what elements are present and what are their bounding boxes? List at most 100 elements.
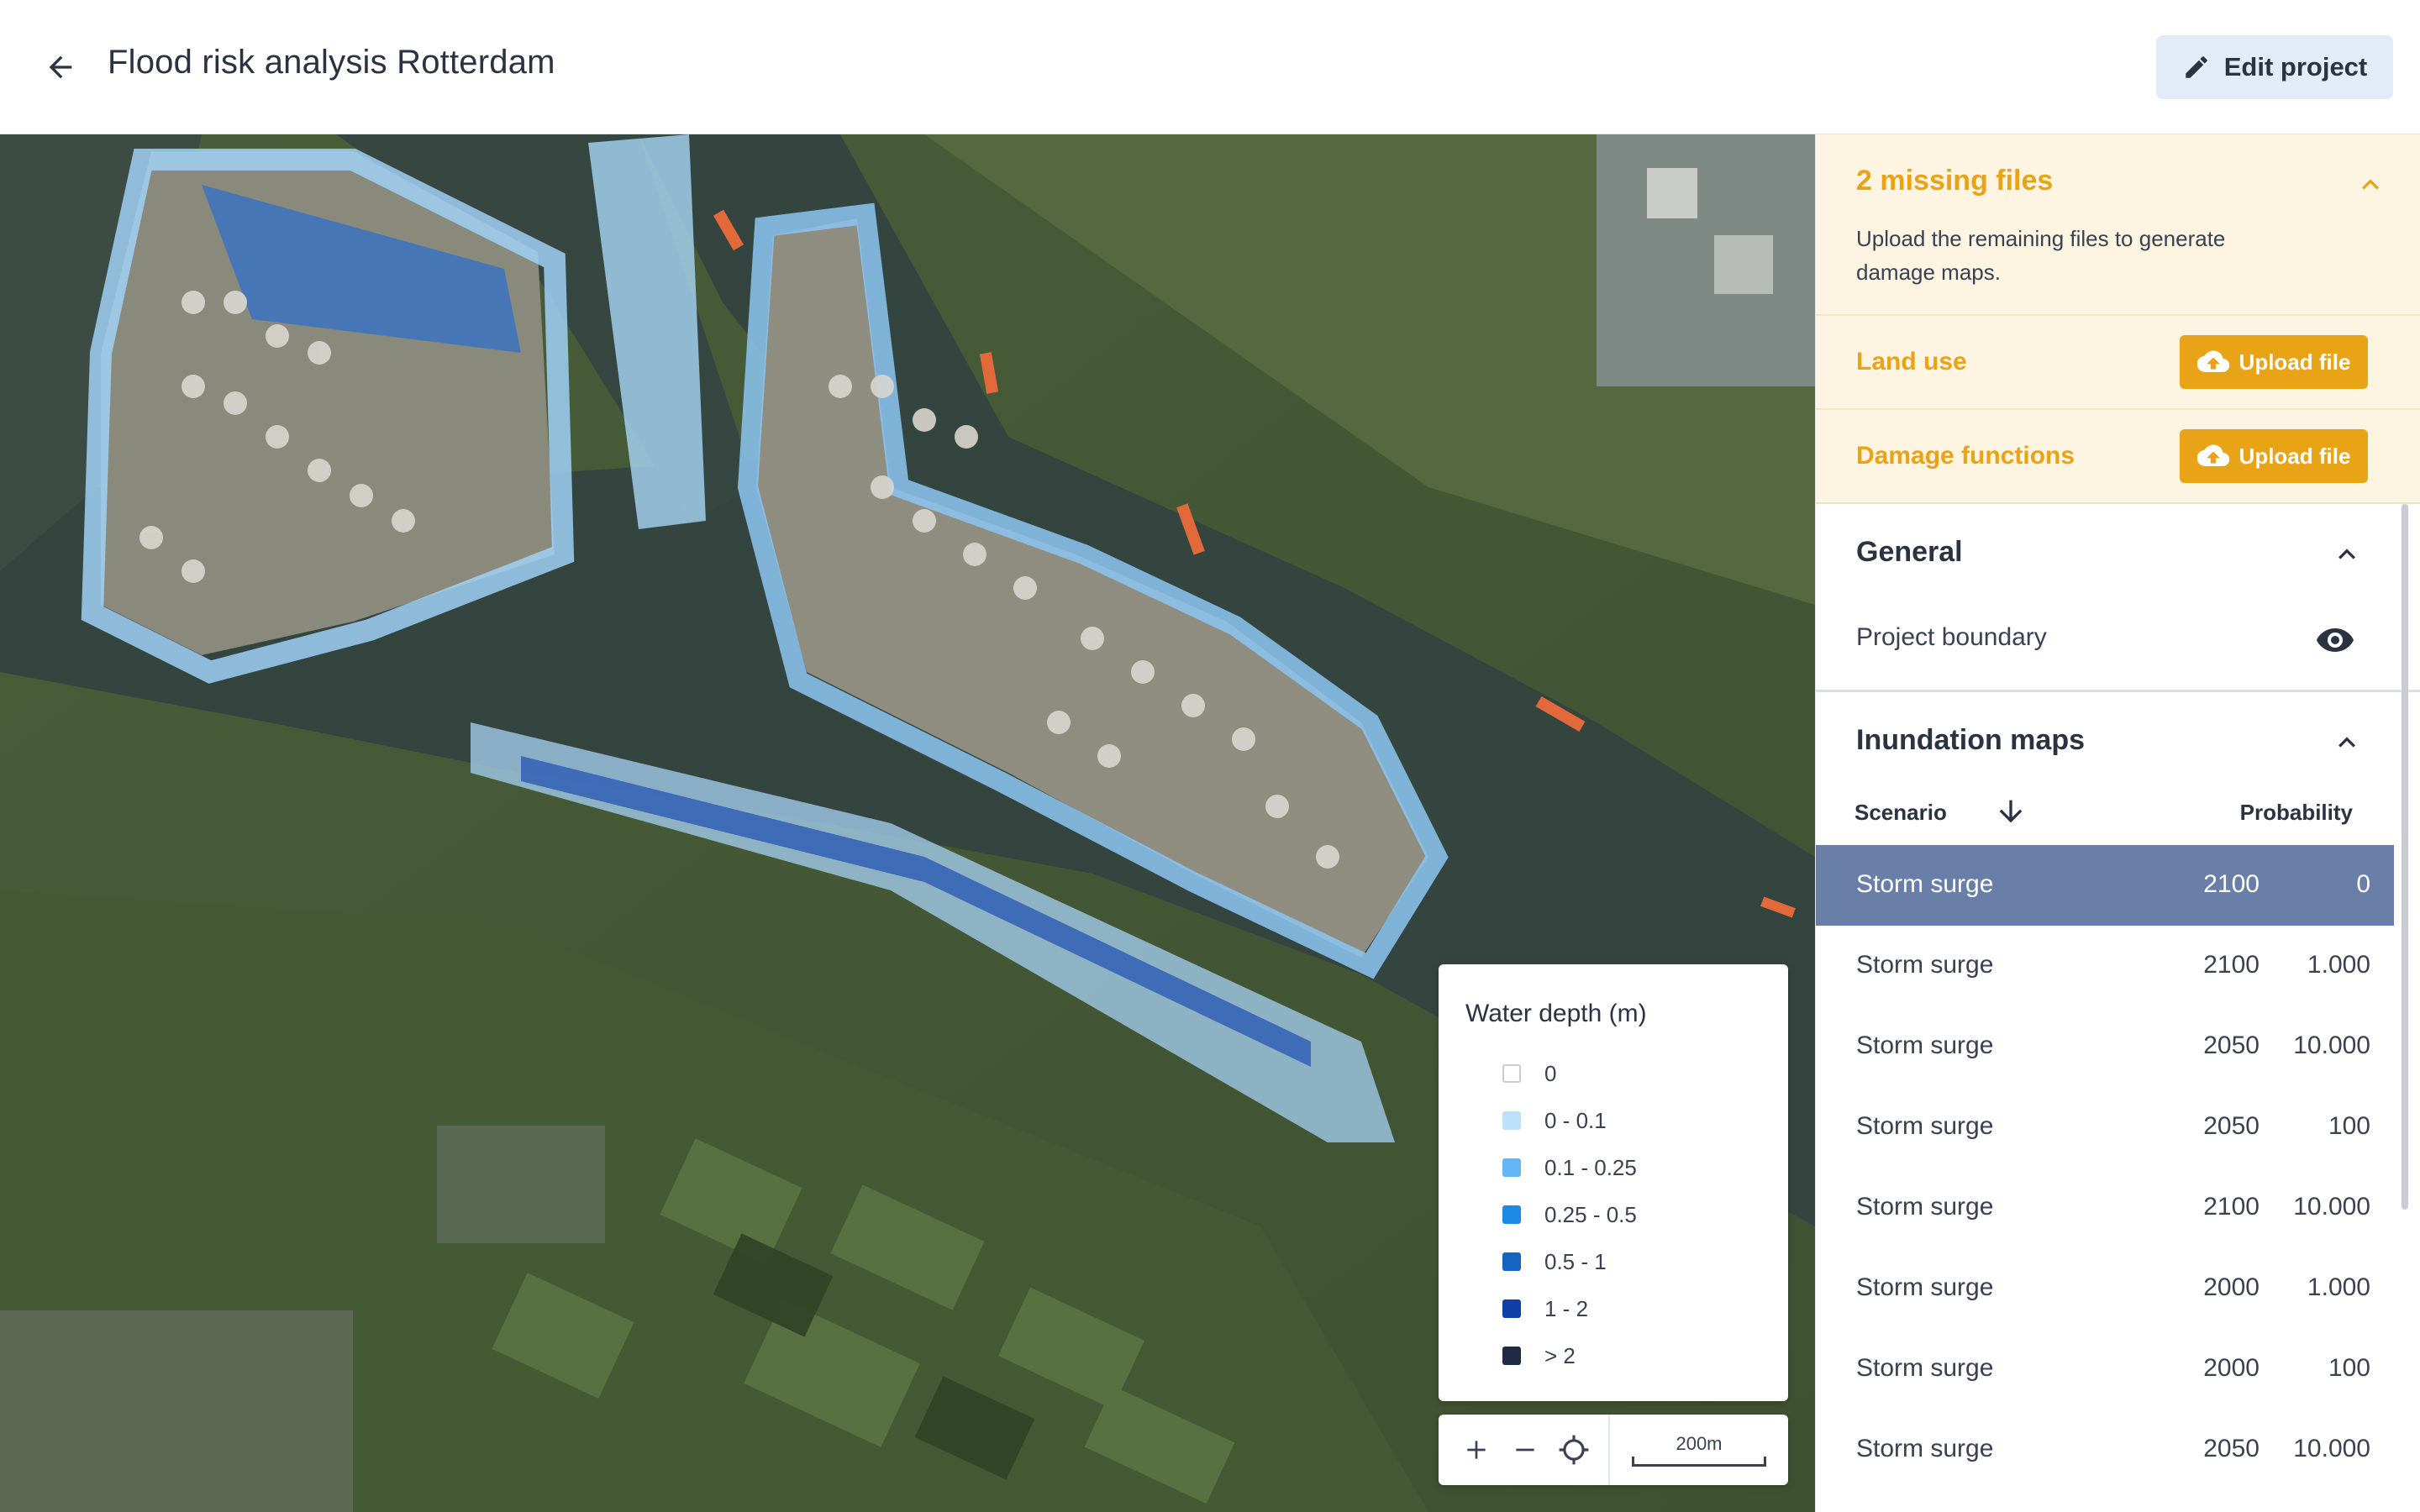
missing-files-header[interactable]: 2 missing files <box>1816 134 2420 222</box>
table-row[interactable]: Storm surge 2000 100 <box>1816 1329 2394 1410</box>
general-header[interactable]: General <box>1816 504 2420 598</box>
table-row[interactable]: Storm surge 2050 10.000 <box>1816 1006 2394 1087</box>
scenario-year: 2000 <box>2203 1354 2260 1382</box>
eye-icon[interactable] <box>2315 620 2355 660</box>
missing-file-land-use: Land use Upload file <box>1816 314 2420 408</box>
legend-item: 0.25 - 0.5 <box>1465 1191 1788 1238</box>
scenario-name: Storm surge <box>1856 1193 1994 1221</box>
legend-title: Water depth (m) <box>1465 1000 1647 1027</box>
minus-icon <box>1516 1448 1534 1452</box>
scenario-probability: 1.000 <box>2307 1273 2370 1301</box>
sidebar-scrollbar[interactable] <box>2402 504 2408 1210</box>
page-title: Flood risk analysis Rotterdam <box>108 44 555 81</box>
chevron-up-icon[interactable] <box>2330 726 2364 759</box>
chevron-up-icon[interactable] <box>2354 168 2387 202</box>
legend-item: > 2 <box>1465 1332 1788 1379</box>
scenario-name: Storm surge <box>1856 1354 1994 1382</box>
scenario-name: Storm surge <box>1856 1273 1994 1301</box>
legend-swatch <box>1502 1252 1521 1271</box>
project-sidebar: 2 missing files Upload the remaining fil… <box>1815 134 2420 1512</box>
general-title: General <box>1856 536 1963 568</box>
legend-swatch <box>1502 1064 1521 1083</box>
scenario-year: 2050 <box>2203 1435 2260 1462</box>
missing-file-label: Damage functions <box>1856 442 2075 470</box>
scenario-probability: 100 <box>2328 1112 2370 1140</box>
table-row[interactable]: Storm surge 2050 100 <box>1816 1087 2394 1168</box>
back-button[interactable] <box>34 42 87 92</box>
legend-swatch <box>1502 1111 1521 1130</box>
missing-file-damage-functions: Damage functions Upload file <box>1816 408 2420 502</box>
arrow-left-icon <box>49 55 72 79</box>
column-scenario[interactable]: Scenario <box>1854 800 1947 826</box>
table-row[interactable]: Storm surge 2100 0 <box>1816 845 2394 926</box>
legend-label: 0 - 0.1 <box>1544 1107 1607 1133</box>
inundation-title: Inundation maps <box>1856 724 2085 756</box>
scenario-name: Storm surge <box>1856 1435 1994 1462</box>
legend-label: 0 <box>1544 1060 1557 1086</box>
scenario-year: 2000 <box>2203 1273 2260 1301</box>
upload-button-label: Upload file <box>2238 443 2351 469</box>
water-depth-legend: Water depth (m) 0 0 - 0.1 0.1 - 0.25 0.2… <box>1439 964 1788 1401</box>
inundation-header[interactable]: Inundation maps <box>1816 692 2420 786</box>
top-bar: Flood risk analysis Rotterdam Edit proje… <box>0 0 2420 134</box>
zoom-out-button[interactable] <box>1501 1415 1549 1485</box>
legend-swatch <box>1502 1347 1521 1365</box>
scenario-year: 2100 <box>2203 870 2260 898</box>
project-boundary-label: Project boundary <box>1856 623 2047 651</box>
scenario-probability: 1.000 <box>2307 951 2370 979</box>
scenario-name: Storm surge <box>1856 1032 1994 1059</box>
scenario-year: 2100 <box>2203 951 2260 979</box>
scenario-probability: 0 <box>2356 870 2370 898</box>
upload-damage-functions-button[interactable]: Upload file <box>2180 429 2368 483</box>
plus-icon <box>1467 1441 1486 1459</box>
zoom-in-button[interactable] <box>1452 1415 1501 1485</box>
scenario-name: Storm surge <box>1856 1112 1994 1140</box>
legend-item: 0.5 - 1 <box>1465 1238 1788 1285</box>
general-section: General Project boundary <box>1816 502 2420 692</box>
table-row[interactable]: Storm surge 2100 10.000 <box>1816 1168 2394 1248</box>
scenario-probability: 100 <box>2328 1354 2370 1382</box>
legend-swatch <box>1502 1299 1521 1318</box>
legend-label: 0.5 - 1 <box>1544 1248 1607 1274</box>
legend-item: 0 <box>1465 1050 1788 1097</box>
chevron-up-icon[interactable] <box>2330 538 2364 571</box>
scale-bar: 200m <box>1632 1433 1766 1467</box>
project-boundary-row: Project boundary <box>1816 598 2420 692</box>
controls-divider <box>1608 1415 1610 1485</box>
upload-button-label: Upload file <box>2238 349 2351 375</box>
locate-button[interactable] <box>1549 1415 1598 1485</box>
scenario-year: 2050 <box>2203 1112 2260 1140</box>
map-controls: 200m <box>1439 1415 1788 1485</box>
scenario-probability: 10.000 <box>2293 1435 2370 1462</box>
scale-label: 200m <box>1676 1433 1723 1454</box>
missing-files-description: Upload the remaining files to generate d… <box>1856 226 2226 285</box>
map-view[interactable]: Water depth (m) 0 0 - 0.1 0.1 - 0.25 0.2… <box>0 134 1815 1512</box>
column-probability[interactable]: Probability <box>2240 800 2353 826</box>
missing-files-title: 2 missing files <box>1856 165 2054 197</box>
scenario-year: 2100 <box>2203 1193 2260 1221</box>
legend-item: 1 - 2 <box>1465 1285 1788 1332</box>
pencil-icon <box>2185 56 2207 78</box>
cloud-upload-icon <box>2196 444 2229 466</box>
table-row[interactable]: Storm surge 2100 1.000 <box>1816 926 2394 1006</box>
missing-files-panel: 2 missing files Upload the remaining fil… <box>1816 134 2420 502</box>
legend-label: > 2 <box>1544 1342 1576 1368</box>
legend-swatch <box>1502 1205 1521 1224</box>
table-row[interactable]: Storm surge 2050 10.000 <box>1816 1410 2394 1490</box>
upload-land-use-button[interactable]: Upload file <box>2180 335 2368 389</box>
arrow-down-icon[interactable] <box>1994 795 2028 828</box>
inundation-table-header: Scenario Probability <box>1816 786 2420 845</box>
scenario-name: Storm surge <box>1856 951 1994 979</box>
edit-project-label: Edit project <box>2223 52 2368 81</box>
legend-label: 0.25 - 0.5 <box>1544 1201 1637 1227</box>
legend-item: 0.1 - 0.25 <box>1465 1144 1788 1191</box>
missing-file-label: Land use <box>1856 348 1967 375</box>
legend-swatch <box>1502 1158 1521 1177</box>
scenario-probability: 10.000 <box>2293 1032 2370 1059</box>
legend-item: 0 - 0.1 <box>1465 1097 1788 1144</box>
edit-project-button[interactable]: Edit project <box>2156 35 2393 99</box>
table-row[interactable]: Storm surge 2000 1.000 <box>1816 1248 2394 1329</box>
scenario-year: 2050 <box>2203 1032 2260 1059</box>
legend-label: 1 - 2 <box>1544 1295 1589 1321</box>
scale-line <box>1632 1457 1766 1467</box>
